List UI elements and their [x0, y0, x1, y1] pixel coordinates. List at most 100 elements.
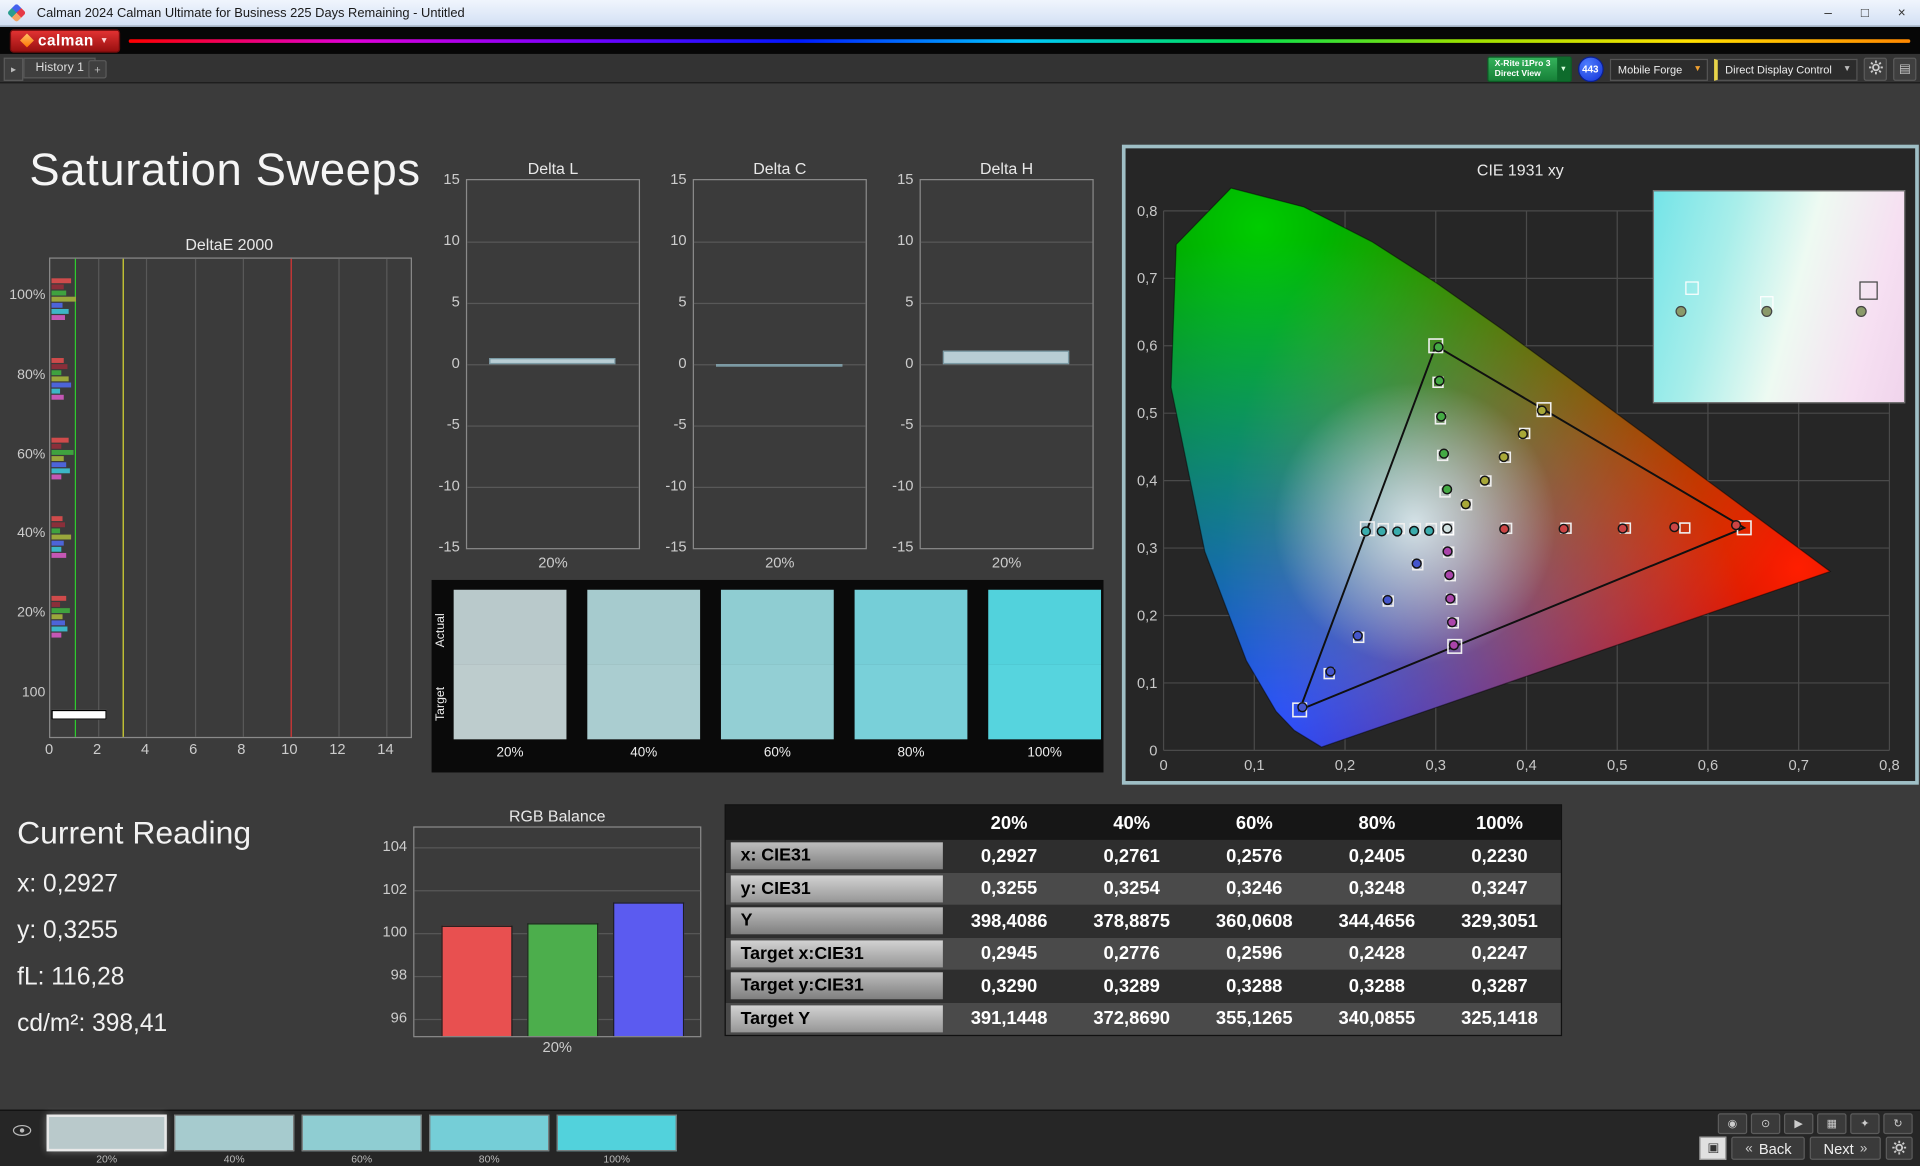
- delta-c-plot-area: [692, 179, 867, 550]
- footer-swatch[interactable]: 100%: [556, 1114, 677, 1165]
- bar: [51, 528, 60, 534]
- axis-tick-label: 5: [451, 293, 460, 311]
- axis-tick-label: -5: [446, 415, 460, 433]
- delta-l-plot-area: [465, 179, 641, 550]
- display-control-button[interactable]: Direct Display Control ▼: [1714, 58, 1858, 81]
- actual-swatch: [988, 589, 1102, 665]
- svg-text:0,4: 0,4: [1516, 758, 1536, 774]
- footer-icon-buttons: ◉ ⊙ ▶ ▦ ✦ ↻: [1717, 1113, 1913, 1135]
- maximize-button[interactable]: □: [1847, 0, 1884, 26]
- row-label: y: CIE31: [730, 875, 943, 903]
- layout-button[interactable]: ▤: [1893, 57, 1917, 81]
- column-header: 20%: [990, 812, 1028, 834]
- next-button[interactable]: Next »: [1809, 1136, 1881, 1160]
- bar: [51, 382, 71, 388]
- axis-tick-label: 100: [21, 685, 46, 701]
- swatch-column: 80%: [854, 589, 968, 760]
- target-button[interactable]: ⊙: [1750, 1113, 1781, 1135]
- meter-count-badge[interactable]: 443: [1577, 56, 1604, 83]
- inset-measured-dot: [1856, 305, 1868, 317]
- footer-swatch[interactable]: 60%: [301, 1114, 422, 1165]
- table-row: Y 398,4086 378,8875 360,0608 344,4656 329,305…: [725, 904, 1561, 938]
- titlebar: Calman 2024 Calman Ultimate for Business…: [0, 0, 1920, 27]
- axis-tick-label: -15: [665, 538, 687, 556]
- snapshot-button[interactable]: ✦: [1850, 1113, 1880, 1135]
- svg-text:0,4: 0,4: [1137, 474, 1157, 490]
- table-cell: 0,2428: [1348, 943, 1406, 965]
- swatch-color: [429, 1114, 550, 1152]
- footer-swatch[interactable]: 40%: [174, 1114, 295, 1165]
- app-icon: [7, 3, 27, 23]
- preview-toggle-button[interactable]: [10, 1123, 35, 1140]
- swatch-columns: 20% 40% 60% 80% 100%: [453, 589, 1102, 761]
- meter-select-button[interactable]: X-Rite i1Pro 3 Direct View ▼: [1487, 56, 1572, 83]
- axis-tick-label: 10: [897, 231, 914, 249]
- current-reading-title: Current Reading: [17, 814, 252, 851]
- table-cell: 0,2596: [1226, 943, 1283, 965]
- axis-tick-label: 0: [44, 740, 54, 758]
- results-table: 20% 40% 60% 80% 100% x: CIE31 0,2927 0,2761 0,2…: [724, 804, 1563, 1037]
- axis-tick-label: 10: [670, 231, 687, 249]
- gridline: [338, 258, 340, 737]
- axis-tick-label: 12: [329, 740, 346, 758]
- play-button[interactable]: ▶: [1783, 1113, 1814, 1135]
- swatch-label: 100%: [603, 1152, 631, 1165]
- bar: [716, 364, 843, 367]
- source-label: Mobile Forge: [1617, 63, 1683, 76]
- chevron-down-icon: ▼: [1842, 64, 1852, 74]
- axis-tick-label: 5: [905, 293, 914, 311]
- panel-expand-button[interactable]: ▸: [3, 57, 24, 81]
- svg-text:0,1: 0,1: [1137, 676, 1157, 692]
- add-tab-button[interactable]: +: [88, 60, 107, 79]
- footer-swatch[interactable]: 20%: [46, 1114, 167, 1165]
- axis-tick-label: -15: [892, 538, 914, 556]
- swatch-label: 20%: [496, 745, 524, 761]
- refresh-button[interactable]: ↻: [1883, 1113, 1913, 1135]
- reading-value: fL: 116,28: [17, 963, 125, 991]
- bar: [51, 437, 69, 443]
- footer-settings-button[interactable]: [1885, 1136, 1913, 1160]
- table-cell: 378,8875: [1093, 910, 1171, 932]
- swatch-color: [174, 1114, 295, 1152]
- bar: [51, 394, 64, 400]
- axis-tick-label: 0: [451, 354, 460, 372]
- reference-line: [122, 258, 124, 737]
- gridline: [467, 364, 639, 366]
- swatch-label: 60%: [763, 745, 791, 761]
- minimize-button[interactable]: –: [1810, 0, 1847, 26]
- target-swatch: [854, 664, 968, 740]
- axis-tick-label: 100%: [9, 288, 46, 303]
- axis-tick-label: 60%: [17, 446, 46, 462]
- svg-text:0,3: 0,3: [1426, 758, 1446, 774]
- tab-history-1[interactable]: History 1: [23, 57, 97, 79]
- bar: [51, 369, 62, 375]
- footer-bar: 20% 40% 60% 80% 100% ◉ ⊙ ▶ ▦ ✦ ↻ ▣ « Back Next »: [0, 1109, 1920, 1166]
- table-cell: 355,1265: [1215, 1008, 1293, 1030]
- axis-tick-label: 5: [678, 293, 687, 311]
- svg-text:0,8: 0,8: [1879, 758, 1899, 774]
- bar: [489, 358, 616, 365]
- reference-line: [74, 258, 76, 737]
- back-button[interactable]: « Back: [1731, 1136, 1806, 1160]
- calman-logo-button[interactable]: calman ▼: [9, 28, 121, 53]
- footer-swatch[interactable]: 80%: [429, 1114, 550, 1165]
- axis-category-label: 20%: [538, 554, 568, 572]
- svg-text:0,8: 0,8: [1137, 204, 1157, 220]
- axis-category-label: 20%: [765, 554, 795, 572]
- close-button[interactable]: ×: [1883, 0, 1920, 26]
- svg-text:0,2: 0,2: [1137, 608, 1157, 624]
- save-button[interactable]: ▦: [1817, 1113, 1847, 1135]
- table-header-row: 20% 40% 60% 80% 100%: [725, 805, 1561, 840]
- eye-button[interactable]: ◉: [1717, 1113, 1748, 1135]
- table-cell: 0,3290: [980, 975, 1038, 997]
- settings-button[interactable]: [1863, 57, 1887, 81]
- layout-toggle-button[interactable]: ▣: [1699, 1136, 1727, 1160]
- row-label: Target Y: [730, 1005, 943, 1033]
- svg-text:0,1: 0,1: [1244, 758, 1264, 774]
- inset-target-square: [1859, 281, 1879, 300]
- axis-tick-label: 15: [897, 170, 914, 188]
- reading-value: y: 0,3255: [17, 917, 119, 945]
- axis-tick-label: 96: [390, 1009, 408, 1027]
- source-select-button[interactable]: Mobile Forge ▼: [1609, 58, 1708, 81]
- bar: [51, 632, 62, 638]
